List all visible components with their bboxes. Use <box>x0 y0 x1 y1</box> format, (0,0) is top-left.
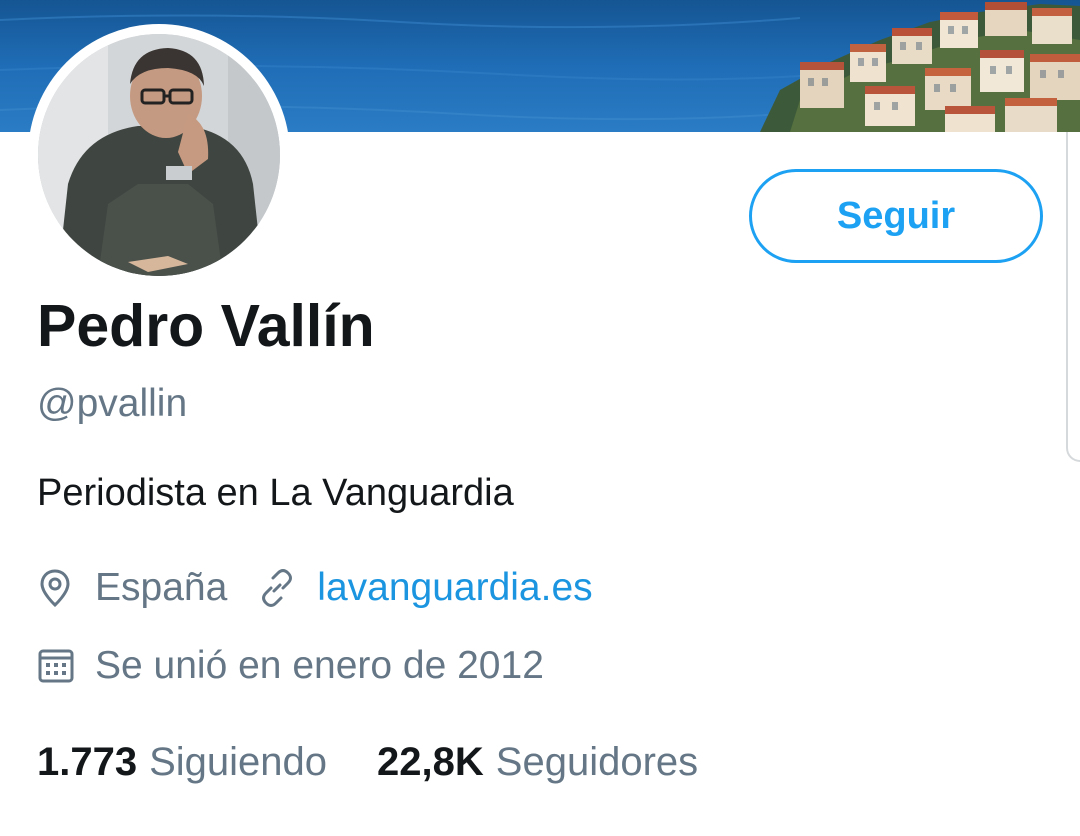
avatar[interactable] <box>38 34 280 276</box>
profile-joined-date: Se unió en enero de 2012 <box>95 644 544 687</box>
following-count: 1.773 <box>37 740 138 784</box>
profile-bio: Periodista en La Vanguardia <box>37 472 514 514</box>
profile-stats: 1.773 Siguiendo 22,8K Seguidores <box>37 740 698 785</box>
profile-meta-joined: Se unió en enero de 2012 <box>37 644 544 688</box>
profile-page: Seguir Pedro Vallín @pvallin Periodista … <box>0 0 1080 836</box>
following-stat-link[interactable]: 1.773 Siguiendo <box>37 740 327 785</box>
profile-handle: @pvallin <box>37 382 188 425</box>
scrollbar-edge <box>1066 132 1080 462</box>
follow-button[interactable]: Seguir <box>749 169 1043 263</box>
followers-count: 22,8K <box>377 740 484 784</box>
followers-stat-link[interactable]: 22,8K Seguidores <box>377 740 698 785</box>
profile-website-link[interactable]: lavanguardia.es <box>317 566 592 610</box>
location-pin-icon <box>37 568 73 608</box>
calendar-icon <box>37 647 75 685</box>
link-icon <box>257 568 297 608</box>
avatar-image <box>38 34 280 276</box>
profile-location: España <box>95 566 228 609</box>
profile-name: Pedro Vallín <box>37 293 375 359</box>
following-label: Siguiendo <box>149 740 328 784</box>
followers-label: Seguidores <box>495 740 699 784</box>
profile-meta-location-website: España lavanguardia.es <box>37 566 593 610</box>
